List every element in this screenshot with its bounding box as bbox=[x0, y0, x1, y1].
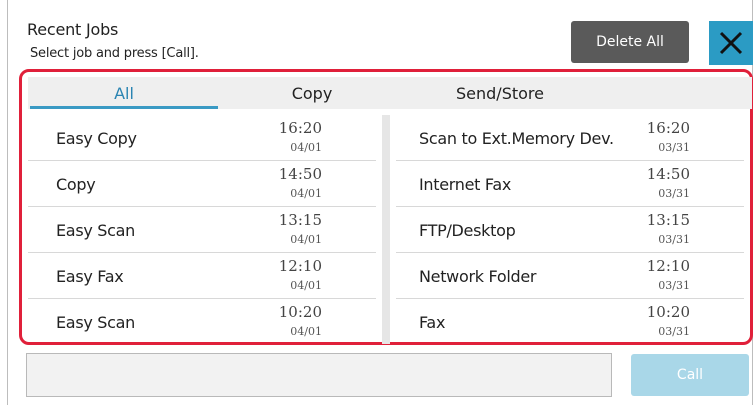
job-row[interactable]: Fax 10:20 03/31 bbox=[396, 299, 744, 345]
job-time: 14:50 bbox=[278, 165, 322, 183]
job-row[interactable]: Easy Scan 13:15 04/01 bbox=[28, 207, 376, 253]
job-time: 13:15 bbox=[646, 211, 690, 229]
tab-send-store[interactable]: Send/Store bbox=[406, 77, 594, 109]
job-date: 03/31 bbox=[658, 233, 690, 246]
job-name: Copy bbox=[56, 174, 96, 194]
job-date: 03/31 bbox=[658, 279, 690, 292]
job-time: 16:20 bbox=[646, 119, 690, 137]
tab-all[interactable]: All bbox=[30, 77, 218, 109]
job-name: FTP/Desktop bbox=[419, 220, 516, 240]
job-list-left: Easy Copy 16:20 04/01 Copy 14:50 04/01 E… bbox=[28, 115, 376, 345]
job-date: 03/31 bbox=[658, 325, 690, 338]
selected-job-field bbox=[26, 353, 612, 397]
job-row[interactable]: Network Folder 12:10 03/31 bbox=[396, 253, 744, 299]
call-button[interactable]: Call bbox=[631, 354, 749, 396]
job-name: Network Folder bbox=[419, 266, 537, 286]
job-row[interactable]: Easy Scan 10:20 04/01 bbox=[28, 299, 376, 345]
job-list-right: Scan to Ext.Memory Dev. 16:20 03/31 Inte… bbox=[396, 115, 744, 345]
job-time: 16:20 bbox=[278, 119, 322, 137]
job-row[interactable]: Internet Fax 14:50 03/31 bbox=[396, 161, 744, 207]
job-row[interactable]: Copy 14:50 04/01 bbox=[28, 161, 376, 207]
job-row[interactable]: Easy Copy 16:20 04/01 bbox=[28, 115, 376, 161]
job-date: 04/01 bbox=[290, 141, 322, 154]
job-date: 04/01 bbox=[290, 325, 322, 338]
job-time: 14:50 bbox=[646, 165, 690, 183]
job-row[interactable]: Easy Fax 12:10 04/01 bbox=[28, 253, 376, 299]
job-name: Scan to Ext.Memory Dev. bbox=[419, 128, 614, 148]
job-row[interactable]: FTP/Desktop 13:15 03/31 bbox=[396, 207, 744, 253]
job-time: 10:20 bbox=[278, 303, 322, 321]
job-time: 10:20 bbox=[646, 303, 690, 321]
job-name: Internet Fax bbox=[419, 174, 512, 194]
job-time: 12:10 bbox=[646, 257, 690, 275]
job-date: 03/31 bbox=[658, 141, 690, 154]
tab-bar: All Copy Send/Store bbox=[28, 77, 752, 109]
close-icon bbox=[719, 31, 743, 55]
dialog-instruction: Select job and press [Call]. bbox=[30, 46, 199, 61]
job-name: Easy Copy bbox=[56, 128, 137, 148]
job-date: 03/31 bbox=[658, 187, 690, 200]
dialog-title: Recent Jobs bbox=[27, 20, 119, 39]
delete-all-button[interactable]: Delete All bbox=[571, 21, 689, 63]
job-date: 04/01 bbox=[290, 187, 322, 200]
column-divider bbox=[382, 115, 390, 344]
job-time: 13:15 bbox=[278, 211, 322, 229]
job-list-panel: All Copy Send/Store Easy Copy 16:20 04/0… bbox=[19, 69, 753, 345]
job-row[interactable]: Scan to Ext.Memory Dev. 16:20 03/31 bbox=[396, 115, 744, 161]
close-button[interactable] bbox=[709, 21, 753, 65]
job-date: 04/01 bbox=[290, 233, 322, 246]
active-tab-indicator bbox=[30, 106, 218, 109]
job-date: 04/01 bbox=[290, 279, 322, 292]
tab-copy[interactable]: Copy bbox=[218, 77, 406, 109]
job-name: Easy Fax bbox=[56, 266, 124, 286]
job-name: Easy Scan bbox=[56, 220, 136, 240]
job-name: Easy Scan bbox=[56, 312, 136, 332]
job-name: Fax bbox=[419, 312, 446, 332]
job-time: 12:10 bbox=[278, 257, 322, 275]
